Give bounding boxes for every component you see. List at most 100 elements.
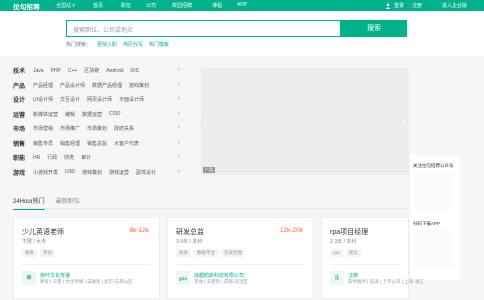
category-item[interactable]: 副驾设计 [136,169,156,176]
job-tags: rpa 测试 [330,249,361,257]
category-item[interactable]: 数据运营 [82,111,102,118]
ad-banner[interactable]: ‹ › 广告 [201,68,409,175]
nav-companies[interactable]: 公司 [146,2,156,9]
category-item[interactable]: HR [33,155,40,161]
nav-home[interactable]: 首页 [93,2,103,9]
category-item[interactable]: 政府关系 [114,125,134,132]
hot-search-item[interactable]: 热门模板 [149,41,169,48]
job-title[interactable]: rpa项目经理 [330,227,368,237]
category-item[interactable]: 游戏策划 [129,82,149,89]
category-item[interactable]: 产品设计师 [60,82,85,89]
qr-sidebar: 关注拉勾招聘公众号 扫码下载APP [410,155,460,280]
job-tags: 研发 数据平台 开发经理 [176,249,245,257]
app-qr-code [415,231,451,267]
user-icon [385,2,391,9]
search-button[interactable]: 搜索 [341,20,407,37]
category-item[interactable]: 新媒体运营 [33,111,58,118]
category-item[interactable]: UI设计师 [33,96,53,103]
chevron-right-icon: › [177,80,180,88]
nav-jobs[interactable]: 职位 [121,2,131,9]
category-row[interactable]: 运营 新媒体运营 编辑 数据运营 COO › [13,109,200,120]
card-divider [330,264,400,265]
category-item[interactable]: 行政 [47,154,57,161]
category-item[interactable]: U3D [65,169,75,175]
category-item[interactable]: Android [106,68,123,74]
chevron-right-icon: › [177,95,180,102]
enterprise-link[interactable]: 进入企业版 [442,2,467,9]
hot-search-item[interactable]: 更快入职 [97,41,117,48]
category-item[interactable]: 市场策划 [87,125,107,132]
city-selector[interactable]: 全国站 ▾ [56,2,75,9]
banner-next-icon[interactable]: › [402,114,406,128]
category-item[interactable]: 网页设计师 [87,96,112,103]
category-item[interactable]: 数据产品经理 [92,82,122,89]
job-card[interactable]: 研发总监 12k-20k 3-5年 / 本科 研发 数据平台 开发经理 gsn 成都鸥斯科技有… [167,217,314,299]
company-logo[interactable]: 荷 [22,271,36,285]
top-navigation-bar: 拉勾招聘 全国站 ▾ 首页 职位 公司 校园招聘 课程 APP 登录 注册 进入… [0,0,484,11]
job-title[interactable]: 少儿英语老师 [22,227,64,237]
category-item[interactable]: 销售总监 [87,140,107,147]
job-tag: rpa [330,249,343,257]
category-item[interactable]: 交互设计 [60,96,80,103]
job-tag: 测试 [345,249,361,257]
category-item[interactable]: PHP [51,68,61,74]
wechat-qr-code [415,173,451,209]
job-salary: 8k-12k [129,227,149,234]
category-item[interactable]: 大客户代表 [114,140,139,147]
category-row[interactable]: 市场 市场营销 市场推广 市场策划 政府关系 › [13,123,200,134]
job-tag: 开发经理 [221,249,245,257]
job-card[interactable]: 少儿英语老师 8k-12k 不限 / 大专 教育 英语荷荷叶文化传播 教育 | 天使 | … [13,217,160,299]
category-item[interactable]: 编辑 [65,111,75,118]
chevron-right-icon: › [177,167,180,175]
category-item[interactable]: 市场推广 [60,125,80,132]
nav-campus[interactable]: 校园招聘 [172,2,192,9]
category-row[interactable]: 产品 产品经理 产品设计师 数据产品经理 游戏策划 › [13,80,200,91]
category-item[interactable]: 游戏运营 [109,169,129,176]
category-row[interactable]: 游戏 小游戏开发 U3D 游戏策划 游戏运营 副驾设计 › [13,167,200,178]
company-logo[interactable]: gsn [176,271,190,285]
category-item[interactable]: 财务 [64,154,74,161]
card-divider [22,264,151,265]
category-item[interactable]: 小游戏开发 [33,169,58,176]
tab-divider [13,208,409,209]
job-tag: 数据平台 [194,249,218,257]
job-tag: 研发 [176,249,191,257]
company-name[interactable]: 汪微 [348,272,358,279]
category-title: 技术 [13,69,26,75]
category-row[interactable]: 技术 Java PHP C++ 区块链 Android iOS › [13,65,200,76]
company-name[interactable]: 荷叶文化传播 [40,272,70,279]
register-link[interactable]: 注册 [412,2,422,9]
category-row[interactable]: 销售 销售专员 销售经理 销售总监 大客户代表 › [13,138,200,149]
category-title: 设计 [13,98,26,104]
hot-searches: 热门搜索： 更快入职 简历代写 热门模板 [66,41,169,48]
company-logo[interactable]: 汪 [330,271,344,285]
category-item[interactable]: Java [33,68,44,74]
site-logo[interactable]: 拉勾招聘 [13,1,40,11]
category-item[interactable]: COO [109,111,120,117]
login-label: 登录 [394,3,405,9]
job-requirements: 3-5年 / 本科 [176,239,203,245]
category-row[interactable]: 设计 UI设计师 交互设计 网页设计师 平面设计师 › [13,94,200,105]
hot-search-item[interactable]: 简历代写 [123,41,143,48]
category-item[interactable]: 审计 [81,154,91,161]
job-card[interactable]: rpa项目经理 1-3年 / 本科 rpa 测试汪汪微 软件服务 | 前海 | 上市公司… [321,217,424,299]
category-item[interactable]: C++ [68,68,77,74]
search-input[interactable]: 搜索职位、公司或地点 [66,20,341,37]
category-item[interactable]: 销售经理 [60,140,80,147]
company-name[interactable]: 成都鸥斯科技有限公司 [194,272,244,279]
job-title[interactable]: 研发总监 [176,227,204,237]
category-item[interactable]: 销售专员 [33,140,53,147]
category-item[interactable]: 区块链 [84,67,99,74]
category-item[interactable]: 产品经理 [33,82,53,89]
nav-courses[interactable]: 课程 [212,2,222,9]
category-title: 游戏 [13,170,26,177]
job-category-menu: 技术 Java PHP C++ 区块链 Android iOS › 产品 产品经理 产品设计师 数据产… [13,65,200,181]
category-item[interactable]: iOS [131,68,139,74]
nav-app[interactable]: APP [237,2,247,8]
banner-prev-icon[interactable]: ‹ [203,114,207,128]
category-item[interactable]: 游戏策划 [82,169,102,176]
login-link[interactable]: 登录 [385,2,404,9]
category-row[interactable]: 职能 HR 行政 财务 审计 › [13,152,200,163]
category-item[interactable]: 平面设计师 [119,96,144,103]
category-item[interactable]: 市场营销 [33,125,53,132]
